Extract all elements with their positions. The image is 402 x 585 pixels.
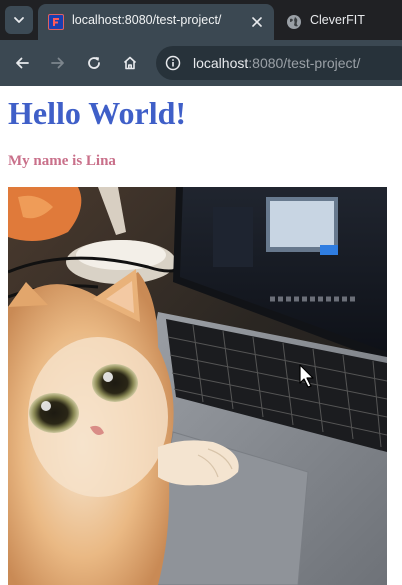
- back-button[interactable]: [10, 51, 34, 75]
- tab-cleverfit[interactable]: CleverFIT: [276, 4, 402, 40]
- page-heading: Hello World!: [8, 95, 187, 131]
- back-icon: [16, 57, 29, 69]
- reload-button[interactable]: [82, 51, 106, 75]
- url-text: localhost:8080/test-project/: [193, 55, 360, 71]
- home-button[interactable]: [118, 51, 142, 75]
- browser-toolbar: localhost:8080/test-project/: [0, 40, 402, 86]
- url-path: :8080/test-project/: [248, 55, 361, 71]
- chevron-down-icon: [14, 17, 24, 23]
- reload-icon: [88, 57, 100, 69]
- url-host: localhost: [193, 55, 249, 71]
- home-icon: [123, 56, 137, 70]
- close-icon[interactable]: [248, 13, 266, 31]
- tab-search-button[interactable]: [5, 6, 33, 34]
- cat-laptop-photo: [8, 187, 387, 585]
- globe-icon: [287, 15, 301, 29]
- tab-localhost[interactable]: localhost:8080/test-project/: [38, 4, 274, 40]
- app-icon: [48, 14, 64, 30]
- tab-strip: localhost:8080/test-project/ CleverFIT: [0, 0, 402, 40]
- tab-title: CleverFIT: [310, 13, 365, 27]
- page-content: Hello World! My name is Lina: [0, 86, 402, 585]
- address-bar[interactable]: localhost:8080/test-project/: [156, 46, 402, 80]
- forward-icon: [51, 57, 64, 69]
- forward-button[interactable]: [46, 51, 70, 75]
- tab-title: localhost:8080/test-project/: [72, 13, 222, 27]
- page-subheading: My name is Lina: [8, 153, 116, 169]
- site-info-icon[interactable]: [163, 53, 183, 73]
